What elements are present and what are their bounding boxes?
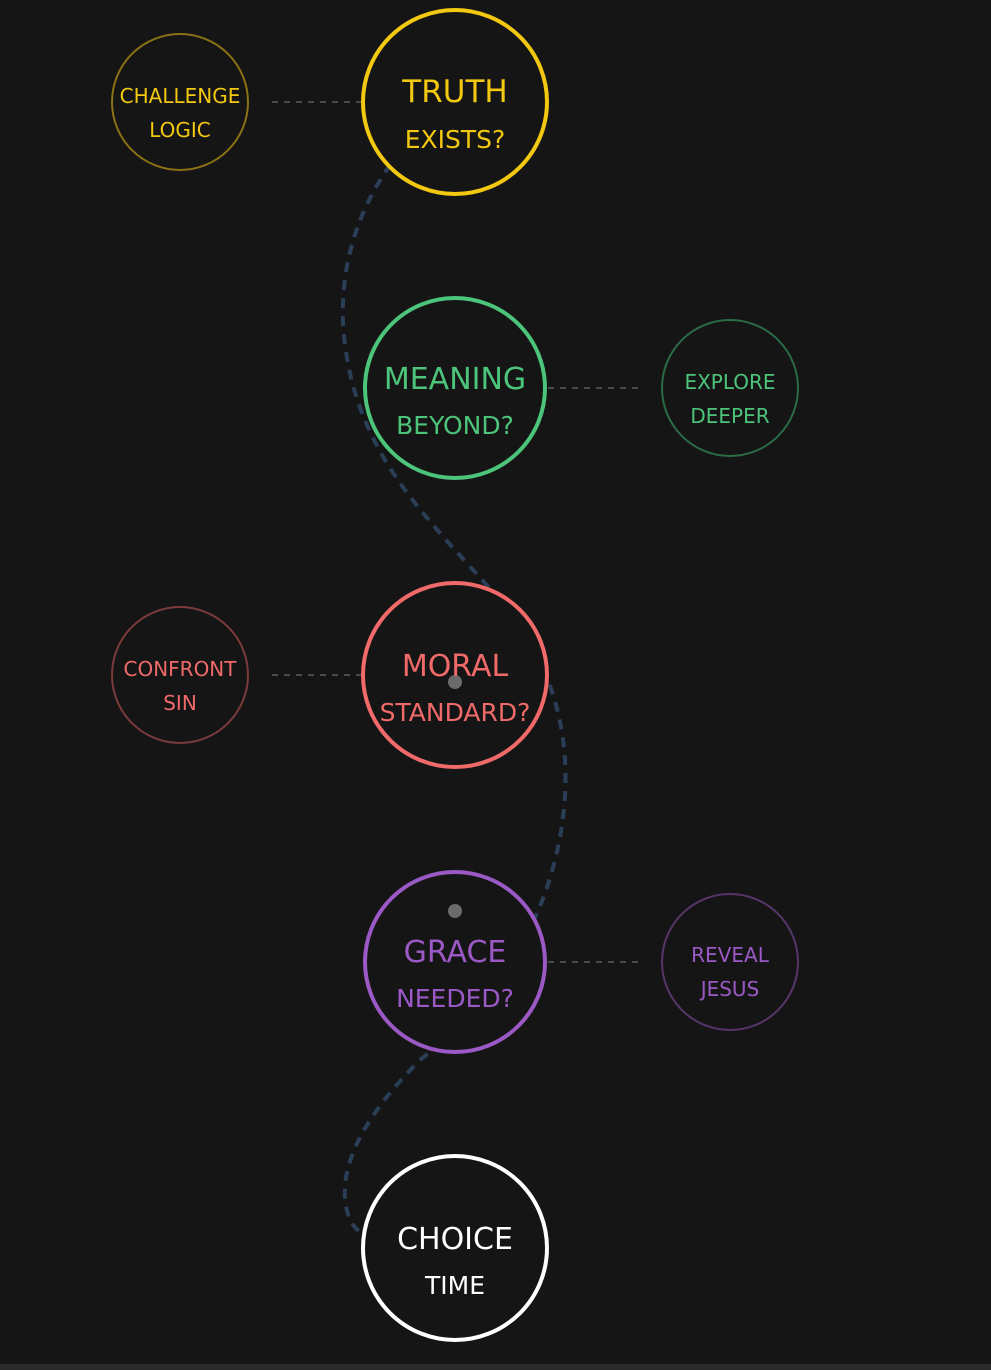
side-node-challenge-line1: CHALLENGE: [120, 84, 241, 108]
node-grace-line1: GRACE: [404, 935, 507, 970]
bottom-scroll-edge: [0, 1364, 991, 1370]
node-grace-dot: [448, 904, 462, 918]
node-meaning-line2: BEYOND?: [396, 411, 514, 440]
node-truth-line1: TRUTH: [401, 74, 507, 110]
side-node-explore-line2: DEEPER: [690, 404, 769, 428]
node-moral[interactable]: MORAL STANDARD?: [361, 581, 549, 769]
node-choice-line1: CHOICE: [397, 1222, 513, 1257]
side-node-confront-sin[interactable]: CONFRONT SIN: [111, 606, 249, 744]
node-grace-line2: NEEDED?: [396, 984, 514, 1013]
journey-diagram: TRUTH EXISTS? CHALLENGE LOGIC MEANING BE…: [0, 0, 991, 1364]
side-node-reveal-line2: JESUS: [699, 977, 760, 1001]
node-moral-line2: STANDARD?: [380, 698, 531, 727]
node-truth-line2: EXISTS?: [405, 125, 506, 154]
side-node-reveal-line1: REVEAL: [691, 943, 770, 967]
node-truth[interactable]: TRUTH EXISTS?: [361, 8, 549, 196]
side-node-challenge-line2: LOGIC: [149, 118, 211, 142]
node-meaning-line1: MEANING: [384, 362, 526, 397]
node-choice-line2: TIME: [424, 1271, 485, 1300]
side-node-confront-line1: CONFRONT: [124, 657, 238, 681]
side-node-explore-line1: EXPLORE: [684, 370, 775, 394]
side-node-explore-deeper[interactable]: EXPLORE DEEPER: [661, 319, 799, 457]
side-node-challenge-logic[interactable]: CHALLENGE LOGIC: [111, 33, 249, 171]
node-choice[interactable]: CHOICE TIME: [361, 1154, 549, 1342]
side-node-reveal-jesus[interactable]: REVEAL JESUS: [661, 893, 799, 1031]
node-moral-line1: MORAL: [402, 649, 509, 684]
side-node-confront-line2: SIN: [163, 691, 197, 715]
node-meaning[interactable]: MEANING BEYOND?: [363, 296, 547, 480]
node-grace[interactable]: GRACE NEEDED?: [363, 870, 547, 1054]
